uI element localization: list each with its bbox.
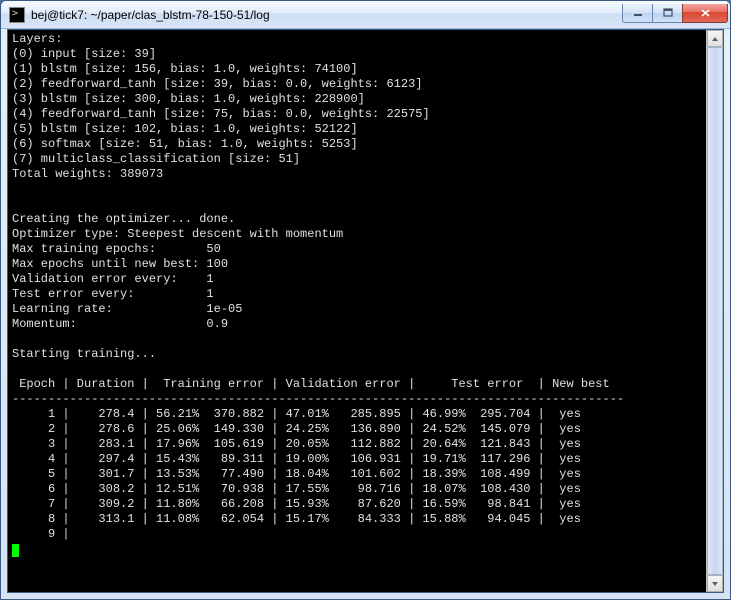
close-button[interactable] (682, 4, 728, 23)
minimize-button[interactable] (622, 4, 652, 23)
maximize-button[interactable] (652, 4, 682, 23)
scroll-track[interactable] (707, 47, 723, 575)
window-title: bej@tick7: ~/paper/clas_blstm-78-150-51/… (31, 8, 622, 22)
minimize-icon (633, 8, 643, 18)
chevron-up-icon (711, 36, 719, 42)
window-controls (622, 4, 728, 23)
content-area: Layers: (0) input [size: 39] (1) blstm [… (7, 29, 724, 593)
scroll-up-button[interactable] (707, 30, 723, 47)
terminal-window: bej@tick7: ~/paper/clas_blstm-78-150-51/… (0, 0, 731, 600)
scroll-down-button[interactable] (707, 575, 723, 592)
titlebar[interactable]: bej@tick7: ~/paper/clas_blstm-78-150-51/… (1, 1, 730, 29)
terminal-output[interactable]: Layers: (0) input [size: 39] (1) blstm [… (8, 30, 706, 592)
maximize-icon (663, 8, 673, 18)
scrollbar[interactable] (706, 30, 723, 592)
app-icon (9, 7, 25, 23)
cursor (12, 544, 19, 557)
close-icon (700, 8, 711, 18)
content-frame: Layers: (0) input [size: 39] (1) blstm [… (1, 29, 730, 599)
chevron-down-icon (711, 581, 719, 587)
scroll-thumb[interactable] (707, 47, 723, 575)
